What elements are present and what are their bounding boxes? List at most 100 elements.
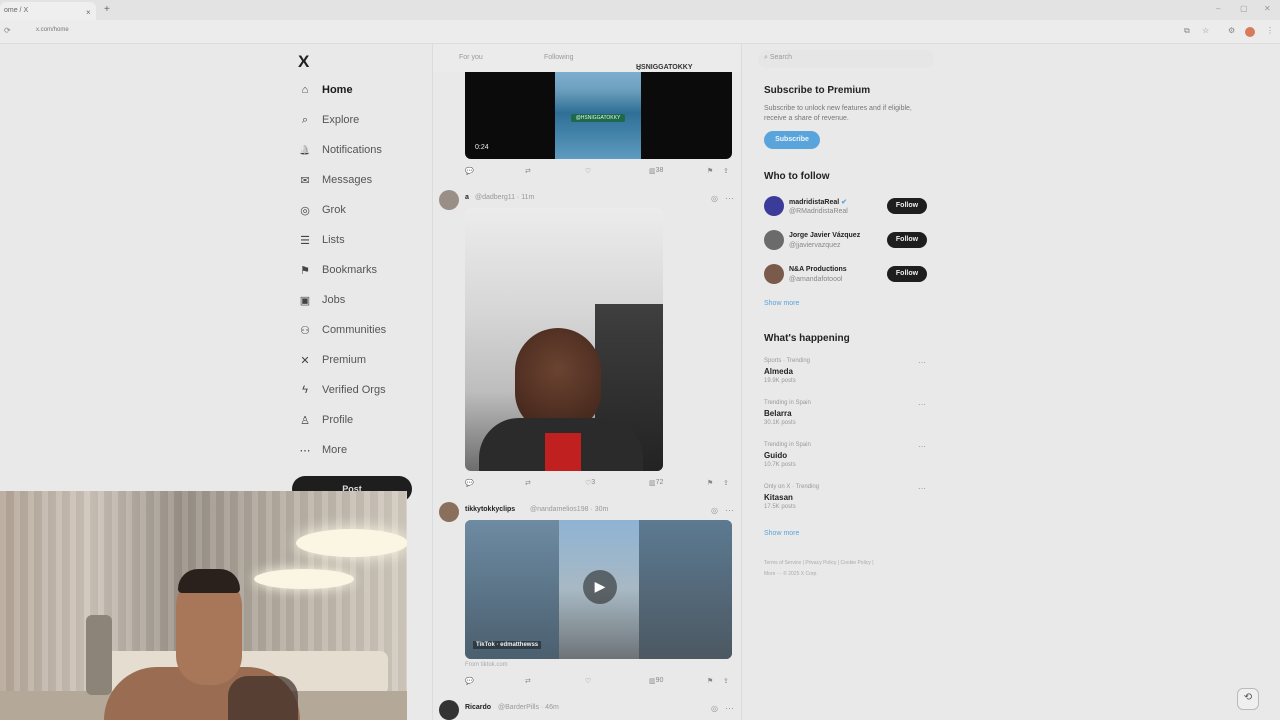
post-header: Ricardo @BarderPills · 46m ◎ ⋯ bbox=[439, 700, 739, 720]
trends-show-more[interactable]: Show more bbox=[764, 530, 799, 537]
minimize-icon[interactable]: – bbox=[1216, 4, 1220, 13]
avatar[interactable] bbox=[764, 196, 784, 216]
tab-for-you[interactable]: For you bbox=[459, 54, 483, 61]
footer-more[interactable]: More ··· bbox=[764, 571, 782, 577]
sidebar-item-bookmarks[interactable]: ⚑ Bookmarks bbox=[298, 258, 377, 282]
browser-tab[interactable]: ome / X × bbox=[0, 2, 96, 20]
subscribe-button[interactable]: Subscribe bbox=[764, 131, 820, 149]
post-author-name[interactable]: a bbox=[465, 194, 469, 201]
x-logo[interactable]: X bbox=[298, 52, 309, 72]
avatar[interactable] bbox=[439, 190, 459, 210]
sidebar-item-messages[interactable]: ✉ Messages bbox=[298, 168, 372, 192]
tab-following[interactable]: Following bbox=[544, 54, 574, 61]
more-options-icon[interactable]: ⋯ bbox=[725, 505, 734, 516]
link-source[interactable]: From tiktok.com bbox=[465, 662, 508, 668]
sidebar-item-explore[interactable]: ⌕ Explore bbox=[298, 108, 359, 132]
more-options-icon[interactable]: ⋯ bbox=[918, 358, 926, 367]
follow-suggestion[interactable]: madridistaReal ✔ @RMadridistaReal Follow bbox=[764, 196, 934, 220]
follow-button[interactable]: Follow bbox=[887, 266, 927, 282]
search-input[interactable]: ⌕ Search bbox=[758, 50, 934, 68]
avatar[interactable] bbox=[764, 264, 784, 284]
sidebar-item-label: Jobs bbox=[322, 294, 346, 306]
grok-icon[interactable]: ◎ bbox=[711, 506, 718, 515]
sidebar-item-jobs[interactable]: ▣ Jobs bbox=[298, 288, 345, 312]
follow-suggestion[interactable]: N&A Productions @amandafotoool Follow bbox=[764, 264, 934, 288]
post-author-name[interactable]: tikkytokkyclips bbox=[465, 506, 515, 513]
views-count[interactable]: ▥ 90 bbox=[649, 677, 663, 685]
sidebar-item-home[interactable]: ⌂ Home bbox=[298, 78, 353, 102]
url-field[interactable]: x.com/home bbox=[36, 27, 69, 33]
reply-icon[interactable]: 💬 bbox=[465, 677, 474, 685]
more-options-icon[interactable]: ⋯ bbox=[918, 442, 926, 451]
sidebar-item-profile[interactable]: ♙ Profile bbox=[298, 408, 353, 432]
sidebar-item-grok[interactable]: ◎ Grok bbox=[298, 198, 346, 222]
play-icon[interactable]: ▶ bbox=[583, 570, 617, 604]
repost-icon[interactable]: ⇄ bbox=[525, 677, 531, 685]
maximize-icon[interactable]: ▢ bbox=[1240, 4, 1248, 13]
more-options-icon[interactable]: ⋯ bbox=[725, 703, 734, 714]
more-options-icon[interactable]: ⋯ bbox=[918, 400, 926, 409]
trend-item[interactable]: Trending in Spain Guido 10.7K posts ⋯ bbox=[764, 442, 928, 474]
reply-icon[interactable]: 💬 bbox=[465, 479, 474, 487]
like-icon[interactable]: ♡ 3 bbox=[585, 479, 595, 487]
post-image[interactable] bbox=[465, 208, 663, 471]
post-actions: 💬 ⇄ ♡ ▥ 38 ⚑ ⇪ bbox=[465, 167, 733, 179]
avatar[interactable] bbox=[764, 230, 784, 250]
footer-terms[interactable]: Terms of Service bbox=[764, 560, 801, 566]
like-icon[interactable]: ♡ bbox=[585, 167, 591, 175]
views-count[interactable]: ▥ 38 bbox=[649, 167, 663, 175]
more-options-icon[interactable]: ⋯ bbox=[918, 484, 926, 493]
trend-item[interactable]: Trending in Spain Belarra 30.1K posts ⋯ bbox=[764, 400, 928, 432]
trend-item[interactable]: Sports · Trending Almeda 19.9K posts ⋯ bbox=[764, 358, 928, 390]
reload-icon[interactable]: ⟳ bbox=[4, 26, 11, 35]
post-author-handle[interactable]: @dadberg11 · 11m bbox=[475, 194, 534, 201]
views-value: 38 bbox=[655, 167, 664, 174]
trend-item[interactable]: Only on X · Trending Kitasan 17.5K posts… bbox=[764, 484, 928, 516]
window-close-icon[interactable]: ✕ bbox=[1264, 4, 1271, 13]
sidebar-item-more[interactable]: ⋯ More bbox=[298, 438, 348, 462]
sidebar-item-label: Profile bbox=[322, 414, 354, 426]
more-options-icon[interactable]: ⋯ bbox=[725, 193, 734, 204]
sidebar-item-communities[interactable]: ⚇ Communities bbox=[298, 318, 386, 342]
bookmark-icon[interactable]: ⚑ bbox=[707, 677, 713, 685]
video-player[interactable]: ▶ TikTok · edmatthewss bbox=[465, 520, 732, 659]
views-count[interactable]: ▥ 72 bbox=[649, 479, 663, 487]
close-tab-icon[interactable]: × bbox=[86, 8, 91, 17]
share-icon[interactable]: ⇪ bbox=[723, 677, 729, 685]
sidebar-item-notifications[interactable]: 🔔 Notifications bbox=[298, 138, 382, 162]
post-author-handle[interactable]: @BarderPills · 46m bbox=[498, 704, 559, 711]
grok-float-button[interactable]: ⟲ bbox=[1237, 688, 1259, 710]
sidebar-item-premium[interactable]: ✕ Premium bbox=[298, 348, 366, 372]
reply-icon[interactable]: 💬 bbox=[465, 167, 474, 175]
bookmark-icon[interactable]: ⚑ bbox=[707, 167, 713, 175]
bookmark-icon[interactable]: ⚑ bbox=[707, 479, 713, 487]
avatar[interactable] bbox=[439, 700, 459, 720]
browser-profile-avatar[interactable] bbox=[1245, 27, 1255, 37]
footer-privacy[interactable]: Privacy Policy bbox=[805, 560, 836, 566]
star-icon[interactable]: ☆ bbox=[1202, 26, 1209, 35]
avatar[interactable] bbox=[439, 502, 459, 522]
like-icon[interactable]: ♡ bbox=[585, 677, 591, 685]
like-count: 3 bbox=[591, 479, 596, 486]
new-tab-button[interactable]: + bbox=[104, 4, 110, 15]
grok-icon[interactable]: ◎ bbox=[711, 194, 718, 203]
sidebar-item-label: Premium bbox=[322, 354, 367, 366]
repost-icon[interactable]: ⇄ bbox=[525, 167, 531, 175]
follow-button[interactable]: Follow bbox=[887, 232, 927, 248]
install-icon[interactable]: ⧉ bbox=[1184, 26, 1190, 36]
extensions-icon[interactable]: ⚙ bbox=[1228, 26, 1235, 35]
more-circle-icon: ⋯ bbox=[299, 444, 311, 457]
footer-cookies[interactable]: Cookie Policy bbox=[841, 560, 871, 566]
browser-menu-icon[interactable]: ⋮ bbox=[1266, 26, 1274, 35]
follow-button[interactable]: Follow bbox=[887, 198, 927, 214]
who-to-follow-show-more[interactable]: Show more bbox=[764, 300, 799, 307]
sidebar-item-lists[interactable]: ☰ Lists bbox=[298, 228, 345, 252]
post-author-name[interactable]: Ricardo bbox=[465, 704, 491, 711]
grok-icon[interactable]: ◎ bbox=[711, 704, 718, 713]
follow-suggestion[interactable]: Jorge Javier Vázquez @jjaviervazquez Fol… bbox=[764, 230, 934, 254]
repost-icon[interactable]: ⇄ bbox=[525, 479, 531, 487]
post-author-handle[interactable]: @nandamelios198 · 30m bbox=[530, 506, 608, 513]
sidebar-item-verified-orgs[interactable]: ϟ Verified Orgs bbox=[298, 378, 386, 402]
share-icon[interactable]: ⇪ bbox=[723, 167, 729, 175]
share-icon[interactable]: ⇪ bbox=[723, 479, 729, 487]
